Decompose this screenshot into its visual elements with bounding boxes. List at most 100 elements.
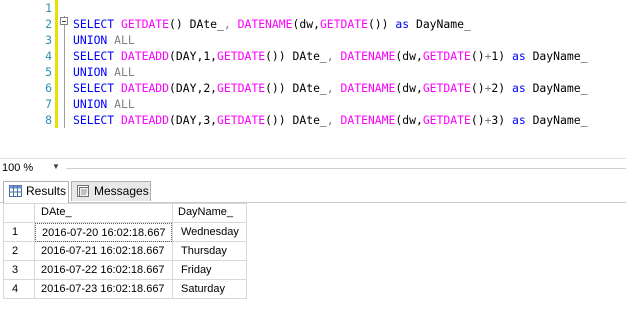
code-token: SELECT [73, 113, 122, 127]
code-token: , [326, 81, 334, 95]
collapse-icon[interactable] [60, 17, 68, 25]
code-token: , [223, 17, 231, 31]
table-cell[interactable]: 2016-07-20 16:02:18.667 [35, 223, 172, 242]
table-cell[interactable]: 2016-07-22 16:02:18.667 [41, 261, 171, 280]
table-cell[interactable]: Saturday [181, 280, 246, 299]
column-header-dayname[interactable]: DayName_ [178, 203, 244, 222]
code-line[interactable]: SELECT DATEADD(DAY,2,GETDATE()) DAte_, D… [73, 80, 587, 96]
code-token: UNION [73, 97, 115, 111]
query-editor[interactable]: 1 2 3 4 5 6 7 8 SELECT GETDATE() DAte_, … [0, 0, 626, 158]
chevron-down-icon[interactable]: ▼ [52, 162, 60, 171]
tab-messages-label: Messages [94, 184, 149, 198]
code-token: DATEADD [121, 49, 170, 63]
code-token: ALL [114, 33, 135, 47]
zoom-level-select[interactable]: 100 % [2, 161, 33, 175]
results-grid[interactable]: DAte_ DayName_ 1 2016-07-20 16:02:18.667… [0, 203, 626, 312]
code-token: 1) [491, 49, 512, 63]
change-marker [55, 80, 58, 96]
code-token: () [470, 49, 485, 63]
line-number: 2 [45, 17, 52, 31]
code-token: SELECT [73, 17, 122, 31]
line-number: 5 [45, 65, 52, 79]
code-token: DATENAME [340, 81, 396, 95]
change-marker [55, 64, 58, 80]
code-token: (dw, [395, 113, 423, 127]
line-number-gutter: 1 2 3 4 5 6 7 8 [0, 0, 56, 158]
table-cell[interactable]: Thursday [181, 242, 246, 261]
code-token: DATEADD [121, 113, 170, 127]
line-number: 6 [45, 81, 52, 95]
code-token: () DAte_ [169, 17, 224, 31]
row-number[interactable]: 4 [3, 280, 34, 299]
change-marker [55, 96, 58, 112]
change-marker [55, 112, 58, 128]
tab-results[interactable]: Results [3, 181, 69, 203]
row-number[interactable]: 2 [3, 242, 34, 261]
table-cell[interactable]: 2016-07-23 16:02:18.667 [41, 280, 171, 299]
code-token: (dw, [292, 17, 320, 31]
code-token: as [395, 17, 410, 31]
code-line[interactable]: SELECT DATEADD(DAY,1,GETDATE()) DAte_, D… [73, 48, 587, 64]
results-tab-bar: Results Messages [0, 180, 626, 203]
change-marker [55, 0, 58, 16]
line-number: 1 [45, 1, 52, 15]
code-token: ()) DAte_ [265, 49, 327, 63]
table-cell[interactable]: 2016-07-21 16:02:18.667 [41, 242, 171, 261]
column-header-date[interactable]: DAte_ [41, 203, 169, 222]
code-token: 3) [491, 113, 512, 127]
code-token: GETDATE [217, 81, 266, 95]
table-cell[interactable]: Friday [181, 261, 246, 280]
code-token: as [512, 81, 526, 95]
grid-icon [9, 185, 22, 197]
horizontal-scrollbar[interactable] [66, 168, 626, 169]
code-token: DATENAME [237, 17, 293, 31]
code-line[interactable]: UNION ALL [73, 32, 135, 48]
code-line[interactable]: UNION ALL [73, 96, 135, 112]
change-marker [55, 32, 58, 48]
line-number: 8 [45, 113, 52, 127]
zoom-bar: 100 % ▼ [0, 158, 626, 177]
grid-line [246, 203, 247, 298]
line-number: 4 [45, 49, 52, 63]
code-token: DayName_ [409, 17, 471, 31]
code-token: GETDATE [217, 49, 266, 63]
code-token: GETDATE [422, 49, 471, 63]
code-token: (DAY,2, [169, 81, 218, 95]
code-token: () [470, 113, 485, 127]
grid-line [172, 203, 173, 298]
code-line[interactable]: SELECT GETDATE() DAte_, DATENAME(dw,GETD… [73, 16, 471, 32]
code-token: ALL [114, 97, 135, 111]
code-line[interactable]: SELECT DATEADD(DAY,3,GETDATE()) DAte_, D… [73, 112, 587, 128]
code-token: GETDATE [217, 113, 266, 127]
code-line[interactable]: UNION ALL [73, 64, 135, 80]
code-token: UNION [73, 65, 115, 79]
row-number[interactable]: 1 [3, 223, 34, 242]
code-token: ALL [114, 65, 135, 79]
code-token: GETDATE [422, 113, 471, 127]
grid-line [34, 203, 35, 298]
code-token: GETDATE [422, 81, 471, 95]
code-token: (dw, [395, 49, 423, 63]
code-token: DATEADD [121, 81, 170, 95]
code-token: DayName_ [525, 113, 588, 127]
code-token: as [512, 49, 526, 63]
row-number[interactable]: 3 [3, 261, 34, 280]
code-token: DayName_ [525, 81, 588, 95]
code-token: as [512, 113, 526, 127]
code-token: (DAY,3, [169, 113, 218, 127]
code-token: , [326, 113, 334, 127]
code-token: (dw, [395, 81, 423, 95]
change-marker [55, 48, 58, 64]
code-token: SELECT [73, 81, 122, 95]
code-token: 2) [491, 81, 512, 95]
tab-messages[interactable]: Messages [71, 181, 151, 201]
code-token: ()) DAte_ [265, 113, 327, 127]
line-number: 7 [45, 97, 52, 111]
code-token: GETDATE [319, 17, 368, 31]
table-cell[interactable]: Wednesday [181, 223, 246, 242]
messages-icon [77, 185, 89, 197]
